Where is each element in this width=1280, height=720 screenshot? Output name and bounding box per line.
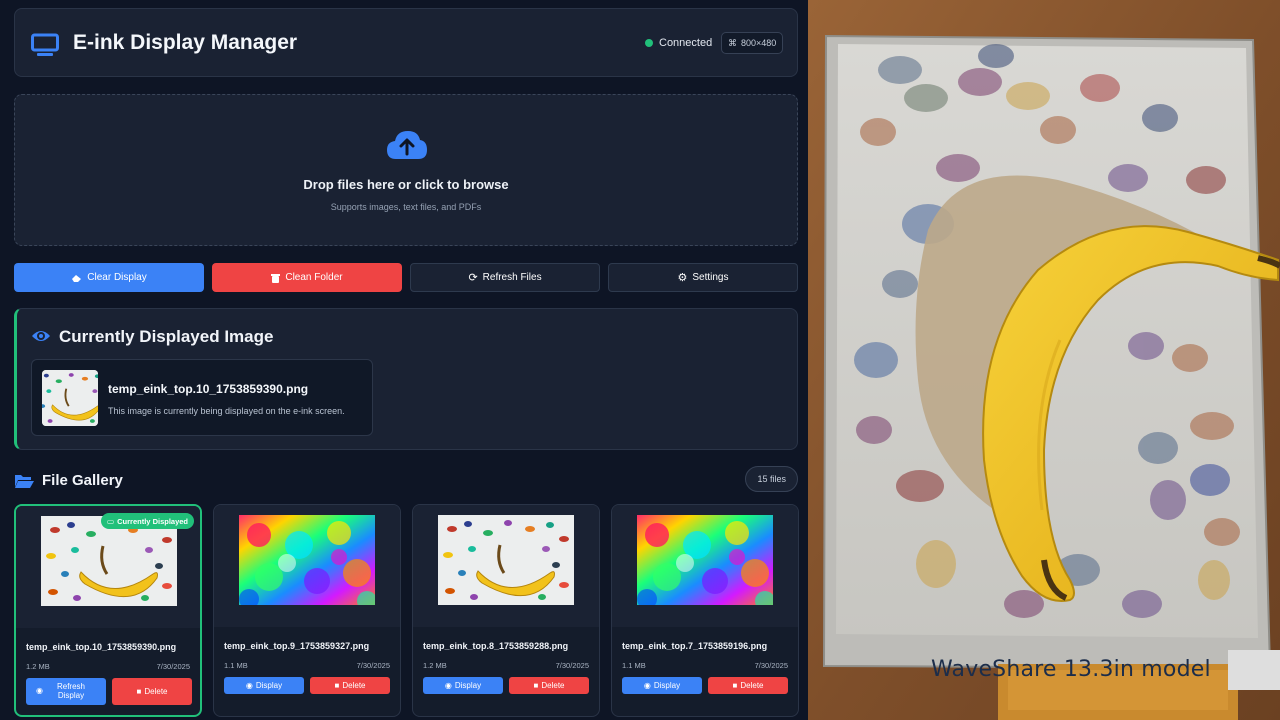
refresh-files-label: Refresh Files [482, 272, 542, 283]
cloud-upload-icon [387, 131, 427, 159]
gallery-header: File Gallery 15 files [14, 466, 798, 494]
dropzone-subtitle: Supports images, text files, and PDFs [330, 202, 482, 212]
delete-button[interactable]: ■ Delete [310, 677, 390, 694]
settings-button[interactable]: ⚙ Settings [608, 263, 798, 292]
current-badge-label: Currently Displayed [117, 516, 188, 526]
app-title: E-ink Display Manager [73, 31, 298, 54]
eraser-icon [72, 274, 82, 282]
device-photo: WaveShare 13.3in model [808, 0, 1280, 720]
card-filename: temp_eink_top.7_1753859196.png [622, 641, 768, 651]
clean-folder-label: Clean Folder [285, 272, 343, 283]
display-button[interactable]: ◉ Display [622, 677, 702, 694]
display-label: Display [653, 681, 681, 690]
current-description: This image is currently being displayed … [108, 406, 345, 416]
gallery-card[interactable]: ▭ Currently Displayed temp_eink_top.10_1… [14, 504, 202, 717]
delete-label: Delete [541, 681, 565, 690]
status-dot-icon [645, 39, 653, 47]
card-thumbnail-area [413, 505, 599, 627]
card-filename: temp_eink_top.10_1753859390.png [26, 642, 177, 652]
card-filename: temp_eink_top.9_1753859327.png [224, 641, 370, 651]
monitor-small-icon: ▭ [107, 516, 115, 526]
card-date: 7/30/2025 [555, 661, 589, 670]
refresh-icon: ⟳ [468, 272, 478, 284]
connection-status: Connected [645, 37, 712, 49]
action-toolbar: Clear Display Clean Folder ⟳ Refresh Fil… [14, 263, 798, 292]
resolution-label: 800×480 [741, 38, 777, 48]
current-file-card: temp_eink_top.10_1753859390.png This ima… [31, 359, 373, 436]
clean-folder-button[interactable]: Clean Folder [212, 263, 402, 292]
eye-small-icon: ◉ [36, 686, 43, 696]
app-panel: E-ink Display Manager Connected ⌘ 800×48… [0, 0, 808, 720]
trash-small-icon: ■ [732, 681, 738, 690]
status-label: Connected [659, 37, 713, 49]
gallery-card[interactable]: temp_eink_top.8_1753859288.png 1.2 MB 7/… [412, 504, 600, 717]
eye-small-icon: ◉ [245, 681, 253, 690]
header: E-ink Display Manager Connected ⌘ 800×48… [14, 8, 798, 77]
clear-display-label: Clear Display [87, 272, 147, 283]
display-label: Display [454, 681, 482, 690]
eye-small-icon: ◉ [444, 681, 452, 690]
file-count-badge: 15 files [745, 466, 798, 492]
delete-label: Delete [740, 681, 764, 690]
refresh-display-label: Refresh Display [56, 681, 85, 700]
delete-button[interactable]: ■ Delete [509, 677, 589, 694]
expand-icon: ⌘ [728, 37, 737, 48]
gear-icon: ⚙ [677, 272, 688, 284]
current-badge: ▭ Currently Displayed [101, 513, 194, 529]
card-filesize: 1.2 MB [26, 662, 50, 671]
gallery-card[interactable]: temp_eink_top.9_1753859327.png 1.1 MB 7/… [213, 504, 401, 717]
eink-photo-illustration [808, 0, 1280, 720]
current-display-title: Currently Displayed Image [59, 327, 274, 346]
card-filename: temp_eink_top.8_1753859288.png [423, 641, 569, 651]
delete-label: Delete [342, 681, 366, 690]
trash-small-icon: ■ [533, 681, 539, 690]
gallery-card[interactable]: temp_eink_top.7_1753859196.png 1.1 MB 7/… [611, 504, 799, 717]
refresh-display-button[interactable]: ◉ Refresh Display [26, 678, 106, 705]
clear-display-button[interactable]: Clear Display [14, 263, 204, 292]
display-button[interactable]: ◉ Display [224, 677, 304, 694]
trash-icon [271, 273, 281, 283]
card-thumbnail [239, 515, 375, 605]
card-thumbnail [438, 515, 574, 605]
monitor-icon [31, 33, 59, 56]
upload-dropzone[interactable]: Drop files here or click to browse Suppo… [14, 94, 798, 246]
display-label: Display [255, 681, 283, 690]
resolution-badge: ⌘ 800×480 [721, 32, 784, 54]
card-thumbnail-area [612, 505, 798, 627]
delete-button[interactable]: ■ Delete [112, 678, 192, 705]
gallery-title: File Gallery [42, 472, 123, 489]
trash-small-icon: ■ [136, 687, 142, 696]
current-filename: temp_eink_top.10_1753859390.png [108, 382, 309, 396]
device-model-caption: WaveShare 13.3in model [931, 657, 1211, 682]
card-date: 7/30/2025 [156, 662, 190, 671]
card-thumbnail-area [214, 505, 400, 627]
card-thumbnail [637, 515, 773, 605]
eye-icon [32, 331, 50, 341]
refresh-files-button[interactable]: ⟳ Refresh Files [410, 263, 600, 292]
card-filesize: 1.1 MB [224, 661, 248, 670]
card-date: 7/30/2025 [356, 661, 390, 670]
trash-small-icon: ■ [334, 681, 340, 690]
card-filesize: 1.1 MB [622, 661, 646, 670]
delete-label: Delete [144, 687, 168, 696]
eye-small-icon: ◉ [643, 681, 651, 690]
settings-label: Settings [692, 272, 729, 283]
card-thumbnail [41, 516, 177, 606]
card-date: 7/30/2025 [754, 661, 788, 670]
card-filesize: 1.2 MB [423, 661, 447, 670]
display-button[interactable]: ◉ Display [423, 677, 503, 694]
current-display-panel: Currently Displayed Image temp_eink_top.… [14, 308, 798, 450]
delete-button[interactable]: ■ Delete [708, 677, 788, 694]
dropzone-title: Drop files here or click to browse [303, 177, 509, 192]
current-thumbnail [42, 370, 98, 426]
folder-open-icon [15, 475, 34, 488]
